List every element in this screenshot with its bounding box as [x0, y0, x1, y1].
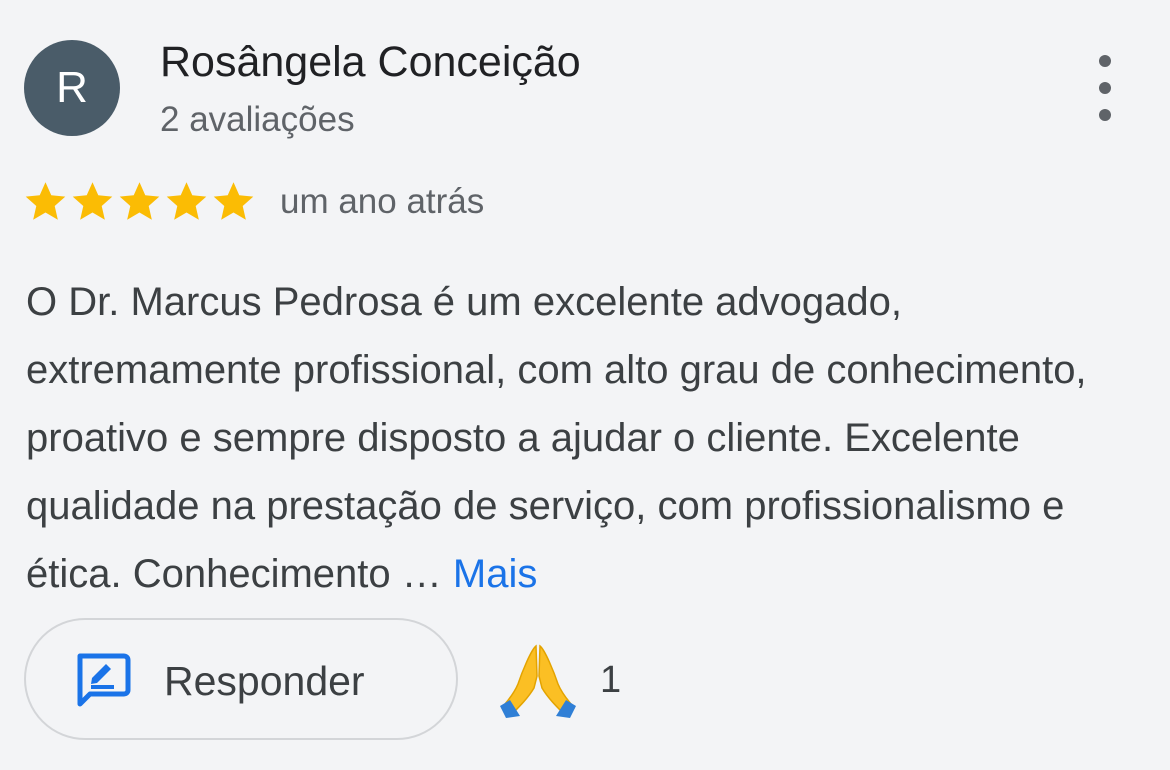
more-vert-icon-dot [1099, 82, 1111, 94]
reviewer-reviews-count: 2 avaliações [160, 100, 355, 139]
more-vert-icon [1099, 55, 1111, 67]
star-icon [25, 182, 66, 220]
more-options-button[interactable] [1080, 55, 1130, 121]
star-icon [72, 182, 113, 220]
more-link[interactable]: Mais [453, 552, 537, 596]
reaction-button[interactable]: 1 [498, 640, 621, 720]
reply-icon [77, 653, 131, 707]
star-icon [119, 182, 160, 220]
review-text: O Dr. Marcus Pedrosa é um excelente advo… [26, 268, 1151, 608]
reviewer-name[interactable]: Rosângela Conceição [160, 38, 581, 87]
avatar-letter: R [56, 63, 88, 112]
more-vert-icon-dot [1099, 109, 1111, 121]
avatar[interactable]: R [24, 40, 120, 136]
reaction-count: 1 [600, 658, 622, 701]
star-icon [213, 182, 254, 220]
review-body: O Dr. Marcus Pedrosa é um excelente advo… [26, 280, 1087, 596]
star-icon [166, 182, 207, 220]
star-rating [22, 178, 257, 225]
reply-label: Responder [164, 658, 365, 704]
review-card: R Rosângela Conceição 2 avaliações um an… [0, 0, 1170, 770]
folded-hands-icon [500, 644, 576, 718]
reply-button[interactable]: Responder [24, 618, 458, 740]
review-time: um ano atrás [280, 182, 485, 221]
